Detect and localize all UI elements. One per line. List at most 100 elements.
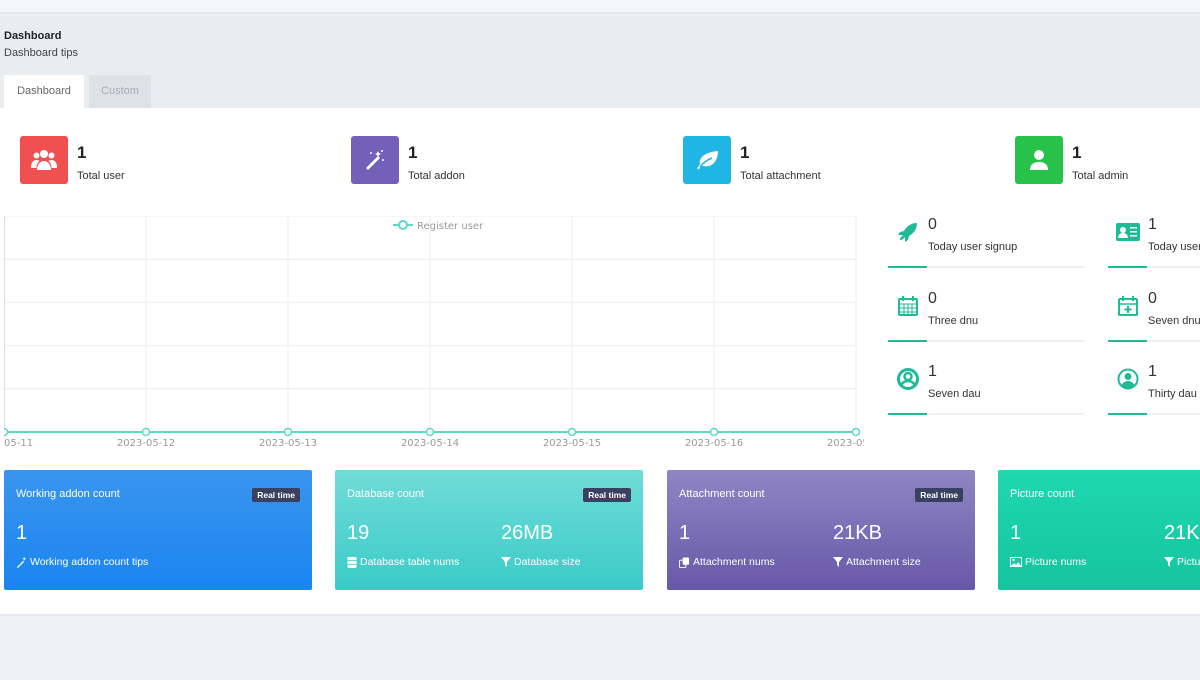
id-card-icon [1116,220,1140,244]
card-title: Attachment count [679,488,765,500]
card-sub: Database table nums [347,556,459,568]
rocket-icon [896,220,920,244]
page-header: Dashboard Dashboard tips Dashboard Custo… [0,16,1200,108]
register-user-chart: Register user 2023-05-112023-05-122023-0… [4,216,864,449]
chart-series [4,427,861,437]
card-value: 1 [16,522,28,544]
data-point [283,427,293,437]
stat-label: Total attachment [740,170,821,182]
divider [888,413,1084,415]
filter-icon [501,557,511,567]
mini-stat-value: 1 [928,363,937,380]
divider [1108,340,1200,342]
card-sub-2: Picture size [1164,556,1200,568]
card-sub-label: Picture nums [1025,556,1087,568]
mini-stat-label: Thirty dau [1148,388,1197,400]
stat-label: Total admin [1072,170,1129,182]
x-tick-label: 2023-05-17 [827,438,864,449]
legend-marker [398,220,408,230]
card-value: 1 [679,522,691,544]
tab-custom[interactable]: Custom [89,75,151,108]
x-tick-label: 2023-05-12 [117,438,175,449]
mini-stat-three-dnu: 0 Three dnu [888,290,1084,344]
mini-stat-label: Today user signup [928,241,1018,253]
card-value-2: 21KB [1164,522,1200,544]
mini-stat-label: Seven dau [928,388,981,400]
mini-stat-label: Seven dnu [1148,315,1200,327]
divider [1108,413,1200,415]
x-tick-label: 2023-05-14 [401,438,459,449]
card-value-2: 21KB [833,522,882,544]
mini-stat-label: Today user login [1148,241,1200,253]
card-title: Working addon count [16,488,120,500]
data-point [425,427,435,437]
card-title: Picture count [1010,488,1075,500]
data-point [851,427,861,437]
card-sub-2: Attachment size [833,556,921,568]
real-time-badge: Real time [252,488,300,502]
image-icon [1010,557,1022,567]
stat-label: Total addon [408,170,465,182]
data-point [709,427,719,437]
mini-stat-label: Three dnu [928,315,979,327]
card-sub-2: Database size [501,556,581,568]
x-axis-labels: 2023-05-11 2023-05-12 2023-05-13 2023-05-14… [4,438,864,449]
user-circle-fill-icon [1116,367,1140,391]
card-sub-label: Working addon count tips [30,556,149,568]
mini-stat-value: 0 [928,216,937,233]
mini-stat-today-login: 1 Today user login [1108,216,1200,270]
card-sub-label: Database table nums [360,556,460,568]
card-sub-label: Database size [514,556,581,568]
mini-stat-seven-dnu: 0 Seven dnu [1108,290,1200,344]
tab-dashboard[interactable]: Dashboard [4,75,84,108]
card-database: Database count Real time 19 26MB Databas… [335,470,643,590]
x-tick-label: 2023-05-15 [543,438,601,449]
stat-label: Total user [77,170,125,182]
x-tick-label: 2023-05-13 [259,438,317,449]
mini-stat-seven-dau: 1 Seven dau [888,363,1084,417]
filter-icon [833,557,843,567]
database-icon [347,556,357,568]
divider [888,340,1084,342]
legend-label: Register user [417,221,484,232]
card-title: Database count [347,488,425,500]
dashboard-panel: 1 Total user 1 Total addon 1 Total attac… [0,108,1200,616]
users-icon [20,136,68,184]
mini-stat-value: 0 [1148,290,1157,307]
data-point [567,427,577,437]
mini-stat-thirty-dau: 1 Thirty dau [1108,363,1200,417]
stat-value: 1 [740,143,750,162]
data-point [141,427,151,437]
leaf-icon [683,136,731,184]
card-attachment: Attachment count Real time 1 21KB Attach… [667,470,975,590]
filter-icon [1164,557,1174,567]
user-icon [1015,136,1063,184]
card-sub: Attachment nums [679,556,775,568]
card-sub-label: Attachment size [846,556,921,568]
mini-stat-value: 1 [1148,216,1157,233]
x-tick-label: 2023-05-16 [685,438,743,449]
stat-value: 1 [408,143,418,162]
card-sub: Picture nums [1010,556,1086,568]
card-working-addon: Working addon count Real time 1 Working … [4,470,312,590]
card-picture: Picture count 1 21KB Picture nums Pictur… [998,470,1200,590]
mini-stat-value: 0 [928,290,937,307]
chart-legend: Register user [393,220,484,232]
real-time-badge: Real time [583,488,631,502]
chart-grid [4,216,857,433]
card-sub: Working addon count tips [16,556,148,568]
page-subtitle: Dashboard tips [4,47,78,59]
x-tick-label: 2023-05-11 [4,438,33,449]
calendar-icon [896,294,920,318]
stat-value: 1 [77,143,87,162]
card-sub-label: Picture size [1177,556,1200,568]
page-title: Dashboard [4,30,62,42]
copy-icon [679,556,690,568]
top-bar [0,0,1200,14]
divider [888,266,1084,268]
user-circle-icon [896,367,920,391]
data-point [4,427,9,437]
card-value: 1 [1010,522,1022,544]
mini-stat-today-signup: 0 Today user signup [888,216,1084,270]
card-sub-label: Attachment nums [693,556,775,568]
